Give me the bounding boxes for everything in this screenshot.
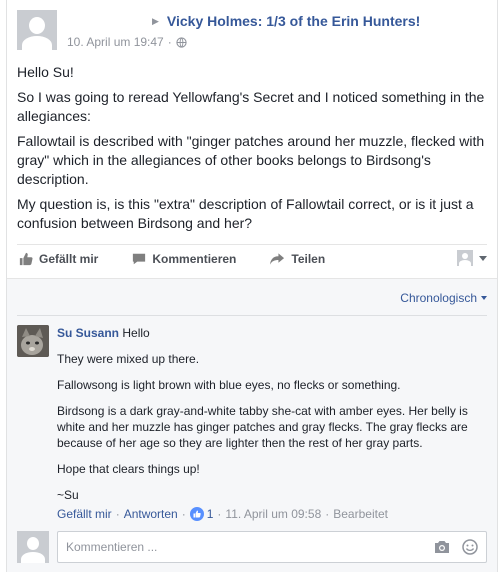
comment-sort-dropdown[interactable]: Chronologisch: [400, 291, 487, 305]
post-paragraph: My question is, is this "extra" descript…: [17, 196, 474, 231]
comment-paragraph: They were mixed up there.: [57, 352, 200, 366]
poster-avatar[interactable]: [17, 10, 57, 50]
post-title-row: ▶ Vicky Holmes: 1/3 of the Erin Hunters!: [152, 13, 420, 29]
comment-author[interactable]: Su Susann: [57, 326, 119, 340]
emoji-icon[interactable]: [462, 539, 478, 555]
composer-avatar: [17, 531, 49, 563]
like-label: Gefällt mir: [39, 252, 99, 266]
comments-section: Chronologisch Su Susann Hello They were …: [7, 278, 497, 572]
share-button[interactable]: Teilen: [270, 252, 325, 266]
comment-label: Kommentieren: [152, 252, 237, 266]
comment-paragraph: Hope that clears things up!: [57, 462, 200, 476]
post-timestamp[interactable]: 10. April um 19:47: [67, 35, 164, 49]
post-paragraph: Fallowtail is described with "ginger pat…: [17, 133, 485, 187]
post-actions: Gefällt mir Kommentieren Teilen: [19, 252, 359, 266]
edited-label[interactable]: Bearbeitet: [333, 507, 388, 521]
post-body: Hello Su! So I was going to reread Yello…: [17, 63, 491, 239]
comment-button[interactable]: Kommentieren: [132, 252, 236, 266]
post-paragraph: So I was going to reread Yellowfang's Se…: [17, 89, 485, 124]
comment-first-line: Hello: [122, 326, 150, 340]
chevron-down-icon: [479, 255, 487, 261]
comment-paragraph: ~Su: [57, 488, 79, 502]
share-arrow-icon: [270, 253, 285, 265]
comment-meta: Gefällt mir · Antworten · 1 · 11. April …: [57, 507, 388, 521]
thumbs-up-icon: [19, 252, 33, 266]
comment-timestamp[interactable]: 11. April um 09:58: [225, 507, 321, 521]
camera-icon[interactable]: [434, 540, 450, 554]
meta-separator: ·: [167, 35, 172, 49]
sort-divider: [17, 315, 487, 316]
like-count[interactable]: 1: [207, 507, 214, 521]
comment-input[interactable]: [66, 540, 426, 554]
like-button[interactable]: Gefällt mir: [19, 252, 98, 266]
mini-avatar: [457, 250, 473, 266]
play-arrow-icon: ▶: [152, 15, 159, 26]
commenter-avatar[interactable]: [17, 325, 49, 357]
sort-label: Chronologisch: [400, 291, 477, 305]
audience-selector[interactable]: [457, 250, 487, 266]
comment-bubble-icon: [133, 253, 146, 265]
chevron-down-icon: [481, 296, 487, 300]
like-reaction-icon[interactable]: [189, 507, 204, 521]
comment-reply-link[interactable]: Antworten: [124, 507, 178, 521]
comment-content: Su Susann Hello They were mixed up there…: [57, 325, 487, 513]
actions-divider: [17, 244, 487, 245]
globe-icon[interactable]: [176, 36, 187, 48]
cat-photo: [17, 325, 49, 357]
post-meta: 10. April um 19:47 ·: [67, 35, 187, 49]
comment-like-link[interactable]: Gefällt mir: [57, 507, 112, 521]
share-label: Teilen: [291, 252, 326, 266]
comment-paragraph: Fallowsong is light brown with blue eyes…: [57, 378, 401, 392]
composer-icons: [434, 539, 478, 555]
post-card: ▶ Vicky Holmes: 1/3 of the Erin Hunters!…: [6, 0, 498, 572]
comment-paragraph: Birdsong is a dark gray-and-white tabby …: [57, 404, 468, 450]
comment-composer[interactable]: [57, 531, 487, 563]
post-paragraph: Hello Su!: [17, 64, 74, 80]
group-title-link[interactable]: Vicky Holmes: 1/3 of the Erin Hunters!: [167, 13, 420, 29]
